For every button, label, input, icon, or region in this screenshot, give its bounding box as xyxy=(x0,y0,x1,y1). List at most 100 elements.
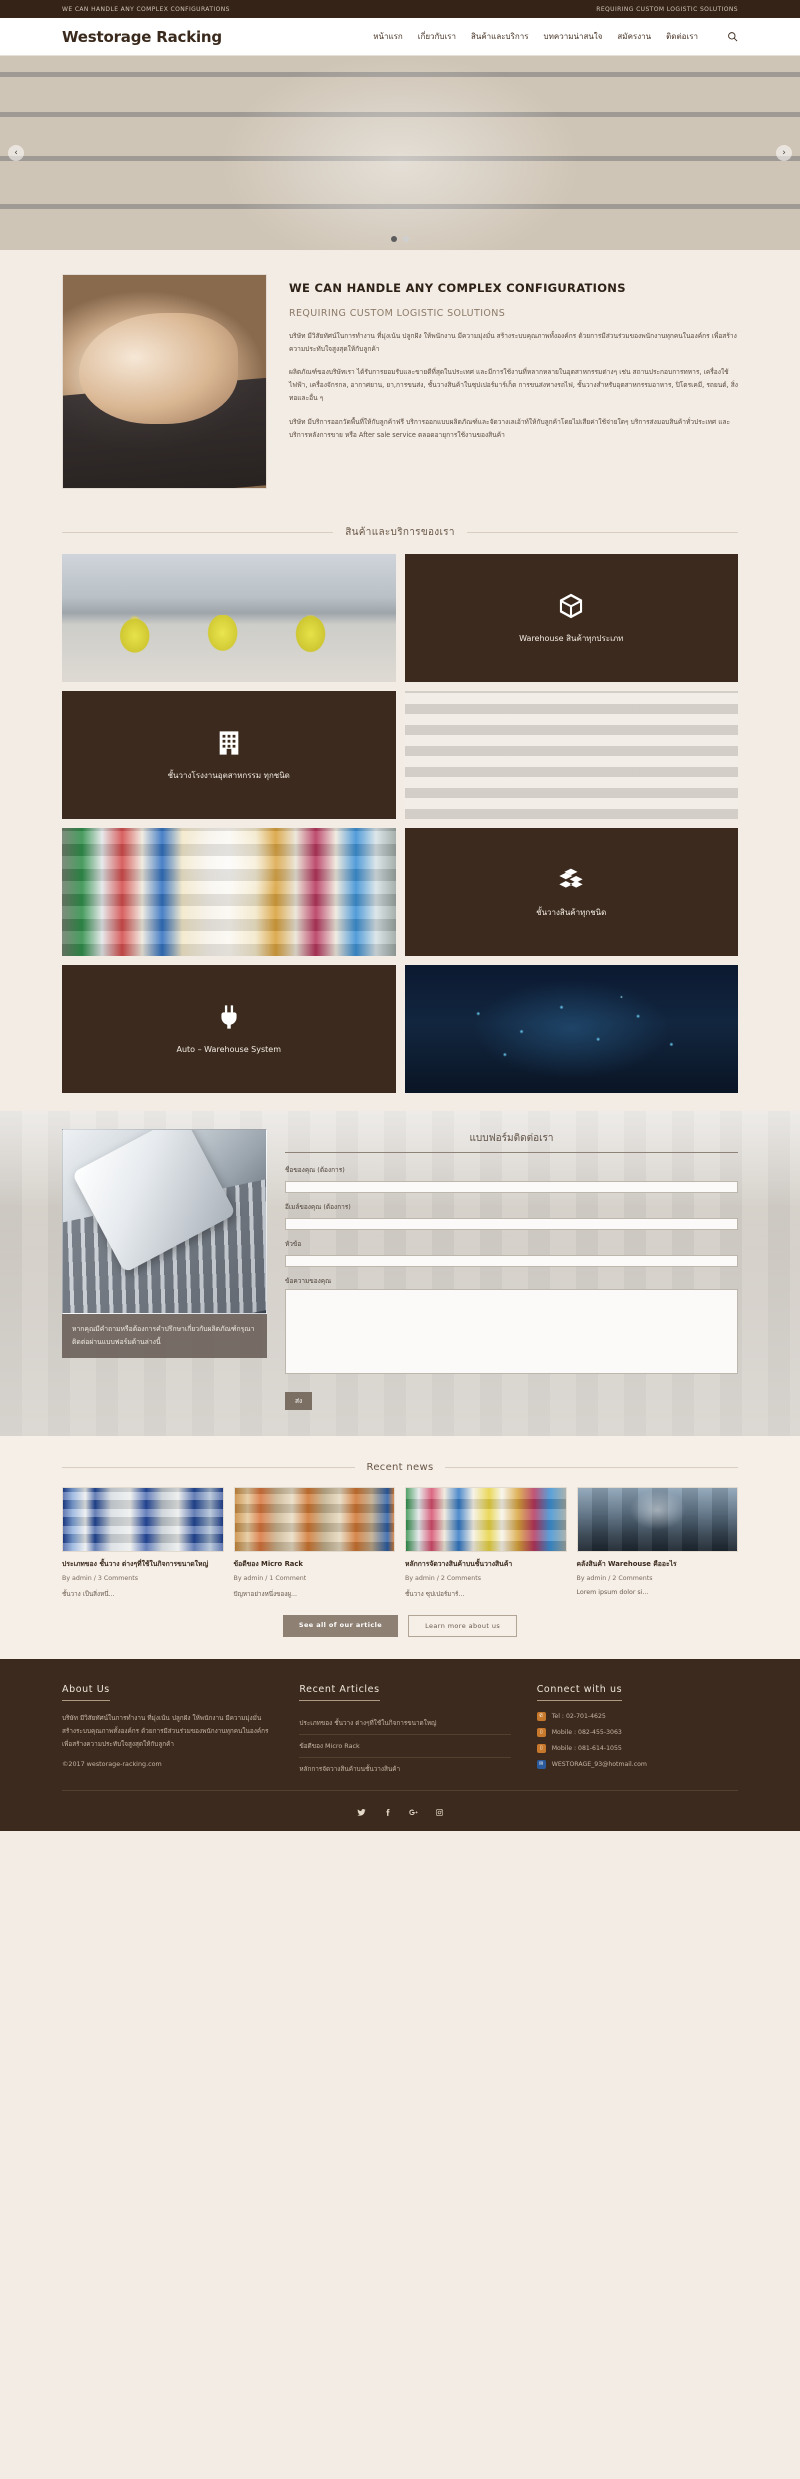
name-field[interactable] xyxy=(285,1181,738,1193)
news-card-meta: By admin / 3 Comments xyxy=(62,1574,139,1582)
field-message-label: ข้อความของคุณ xyxy=(285,1277,332,1285)
news-card[interactable]: คลังสินค้า Warehouse คืออะไร By admin / … xyxy=(576,1487,739,1599)
service-card-pallet-rack-photo[interactable] xyxy=(404,691,739,819)
intro-heading: WE CAN HANDLE ANY COMPLEX CONFIGURATIONS xyxy=(289,281,626,295)
field-subject-label: หัวข้อ xyxy=(285,1240,302,1248)
news-thumbnail[interactable] xyxy=(62,1487,224,1552)
footer-contact-tel[interactable]: ✆ Tel : 02-701-4625 xyxy=(536,1711,738,1721)
nav-item-about[interactable]: เกี่ยวกับเรา xyxy=(418,30,456,43)
intro-section: WE CAN HANDLE ANY COMPLEX CONFIGURATIONS… xyxy=(0,250,800,515)
news-card-title[interactable]: คลังสินค้า Warehouse คืออะไร xyxy=(577,1559,739,1570)
twitter-icon[interactable] xyxy=(355,1807,367,1819)
boxes-icon xyxy=(557,866,585,894)
intro-handshake-image xyxy=(62,274,267,489)
news-card-title[interactable]: หลักการจัดวางสินค้าบนชั้นวางสินค้า xyxy=(405,1559,567,1570)
service-card-warehouse[interactable]: Warehouse สินค้าทุกประเภท xyxy=(404,554,738,682)
title-rule-right xyxy=(466,532,739,533)
nav-item-contact[interactable]: ติดต่อเรา xyxy=(666,30,698,43)
subject-field[interactable] xyxy=(285,1255,738,1267)
contact-section: หากคุณมีคำถามหรือต้องการคำปรึกษาเกี่ยวกั… xyxy=(0,1111,800,1436)
field-email: อีเมล์ของคุณ (ต้องการ) xyxy=(285,1202,738,1230)
contact-form: แบบฟอร์มติดต่อเรา ชื่อของคุณ (ต้องการ) อ… xyxy=(285,1129,738,1410)
contact-form-heading: แบบฟอร์มติดต่อเรา xyxy=(285,1131,738,1153)
footer-contact-mobile-1[interactable]: ▯ Mobile : 082-455-3063 xyxy=(536,1727,738,1737)
footer-connect-heading: Connect with us xyxy=(536,1684,623,1701)
facebook-icon[interactable] xyxy=(381,1807,393,1819)
news-card[interactable]: ประเภทของ ชั้นวาง ต่างๆที่ใช้ในกิจการขนา… xyxy=(62,1487,224,1599)
news-rule-left xyxy=(62,1467,355,1468)
slider-dots xyxy=(0,236,800,242)
footer-articles-heading: Recent Articles xyxy=(299,1684,380,1701)
email-field[interactable] xyxy=(285,1218,738,1230)
footer-contact-text: WESTORAGE_93@hotmail.com xyxy=(551,1760,647,1768)
services-section-title: สินค้าและบริการของเรา xyxy=(0,515,800,540)
mail-icon: ✉ xyxy=(536,1759,546,1769)
site-logo[interactable]: Westorage Racking xyxy=(62,28,222,46)
news-thumbnail[interactable] xyxy=(233,1487,395,1552)
field-message: ข้อความของคุณ xyxy=(285,1276,738,1377)
footer-about-column: About Us บริษัท มีวิสัยทัศน์ในการทำงาน ท… xyxy=(62,1681,273,1780)
service-card-global-network-photo[interactable] xyxy=(404,965,738,1093)
services-grid: Warehouse สินค้าทุกประเภท ชั้นวางโรงงานอ… xyxy=(0,540,800,1111)
field-name: ชื่อของคุณ (ต้องการ) xyxy=(285,1165,738,1193)
footer-article-link[interactable]: ประเภทของ ชั้นวาง ต่างๆที่ใช้ในกิจการขนา… xyxy=(299,1712,511,1735)
intro-paragraph-1: บริษัท มีวิสัยทัศน์ในการทำงาน ที่มุ่งเน้… xyxy=(289,331,737,353)
topbar-right-text: REQUIRING CUSTOM LOGISTIC SOLUTIONS xyxy=(596,5,738,13)
service-card-label: Warehouse สินค้าทุกประเภท xyxy=(519,633,624,643)
service-card-industrial-racking[interactable]: ชั้นวางโรงงานอุตสาหกรรม ทุกชนิด xyxy=(62,691,396,819)
slider-prev-arrow[interactable]: ‹ xyxy=(8,145,24,161)
news-thumbnail[interactable] xyxy=(405,1487,567,1552)
service-card-auto-warehouse[interactable]: Auto – Warehouse System xyxy=(62,965,396,1093)
field-name-label: ชื่อของคุณ (ต้องการ) xyxy=(285,1166,345,1174)
topbar-left-text: WE CAN HANDLE ANY COMPLEX CONFIGURATIONS xyxy=(62,5,230,13)
nav-item-home[interactable]: หน้าแรก xyxy=(373,30,403,43)
news-card[interactable]: หลักการจัดวางสินค้าบนชั้นวางสินค้า By ad… xyxy=(405,1487,567,1599)
news-card-title[interactable]: ข้อดีของ Micro Rack xyxy=(234,1559,396,1570)
search-icon[interactable] xyxy=(727,31,738,42)
news-title-text: Recent news xyxy=(366,1462,434,1473)
service-card-label: ชั้นวางสินค้าทุกชนิด xyxy=(536,907,607,917)
news-card-meta: By admin / 2 Comments xyxy=(576,1574,653,1582)
hero-vignette xyxy=(0,56,800,250)
news-card-excerpt: ชั้นวาง ซุปเปอร์มาร์... xyxy=(405,1590,465,1598)
services-title-text: สินค้าและบริการของเรา xyxy=(345,527,455,538)
service-card-label: Auto – Warehouse System xyxy=(176,1044,282,1054)
footer-contact-email[interactable]: ✉ WESTORAGE_93@hotmail.com xyxy=(536,1759,738,1769)
footer-contact-mobile-2[interactable]: ▯ Mobile : 081-614-1055 xyxy=(536,1743,738,1753)
slider-next-arrow[interactable]: › xyxy=(776,145,792,161)
news-thumbnail[interactable] xyxy=(576,1487,738,1552)
phone-icon: ✆ xyxy=(536,1711,546,1721)
send-button[interactable]: ส่ง xyxy=(285,1392,313,1410)
mobile-icon: ▯ xyxy=(536,1727,546,1737)
nav-item-articles[interactable]: บทความน่าสนใจ xyxy=(544,30,603,43)
news-card[interactable]: ข้อดีของ Micro Rack By admin / 1 Comment… xyxy=(233,1487,396,1599)
news-grid: ประเภทของ ชั้นวาง ต่างๆที่ใช้ในกิจการขนา… xyxy=(62,1487,738,1599)
news-card-title[interactable]: ประเภทของ ชั้นวาง ต่างๆที่ใช้ในกิจการขนา… xyxy=(62,1559,224,1570)
title-rule-left xyxy=(62,532,334,533)
slider-dot-1[interactable] xyxy=(391,236,397,242)
footer-contact-text: Mobile : 081-614-1055 xyxy=(551,1744,622,1752)
top-announcement-bar: WE CAN HANDLE ANY COMPLEX CONFIGURATIONS… xyxy=(0,0,800,18)
footer-contact-list: ✆ Tel : 02-701-4625 ▯ Mobile : 082-455-3… xyxy=(536,1711,738,1769)
slider-dot-2[interactable] xyxy=(403,236,409,242)
footer-copyright: ©2017 westorage-racking.com xyxy=(62,1760,162,1769)
nav-item-careers[interactable]: สมัครงาน xyxy=(617,30,651,43)
nav-item-products[interactable]: สินค้าและบริการ xyxy=(471,30,529,43)
intro-paragraph-2: ผลิตภัณฑ์ของบริษัทเรา ได้รับการยอมรับและ… xyxy=(289,368,738,403)
footer-article-link[interactable]: หลักการจัดวางสินค้าบนชั้นวางสินค้า xyxy=(299,1758,510,1780)
google-plus-icon[interactable] xyxy=(407,1807,419,1819)
message-field[interactable] xyxy=(285,1289,738,1374)
news-card-meta: By admin / 2 Comments xyxy=(405,1574,482,1582)
footer-connect-column: Connect with us ✆ Tel : 02-701-4625 ▯ Mo… xyxy=(536,1681,738,1780)
service-card-workers-photo[interactable] xyxy=(62,554,396,682)
global-network-image xyxy=(404,965,738,1093)
footer-about-heading: About Us xyxy=(62,1684,110,1701)
see-all-articles-button[interactable]: See all of our article xyxy=(282,1614,399,1637)
field-email-label: อีเมล์ของคุณ (ต้องการ) xyxy=(285,1203,351,1211)
learn-more-button[interactable]: Learn more about us xyxy=(408,1614,518,1637)
service-card-all-shelving[interactable]: ชั้นวางสินค้าทุกชนิด xyxy=(404,828,738,956)
footer-articles-list: ประเภทของ ชั้นวาง ต่างๆที่ใช้ในกิจการขนา… xyxy=(299,1712,511,1780)
instagram-icon[interactable] xyxy=(433,1807,445,1819)
service-card-supermarket-photo[interactable] xyxy=(62,828,396,956)
footer-article-link[interactable]: ข้อดีของ Micro Rack xyxy=(299,1735,511,1758)
